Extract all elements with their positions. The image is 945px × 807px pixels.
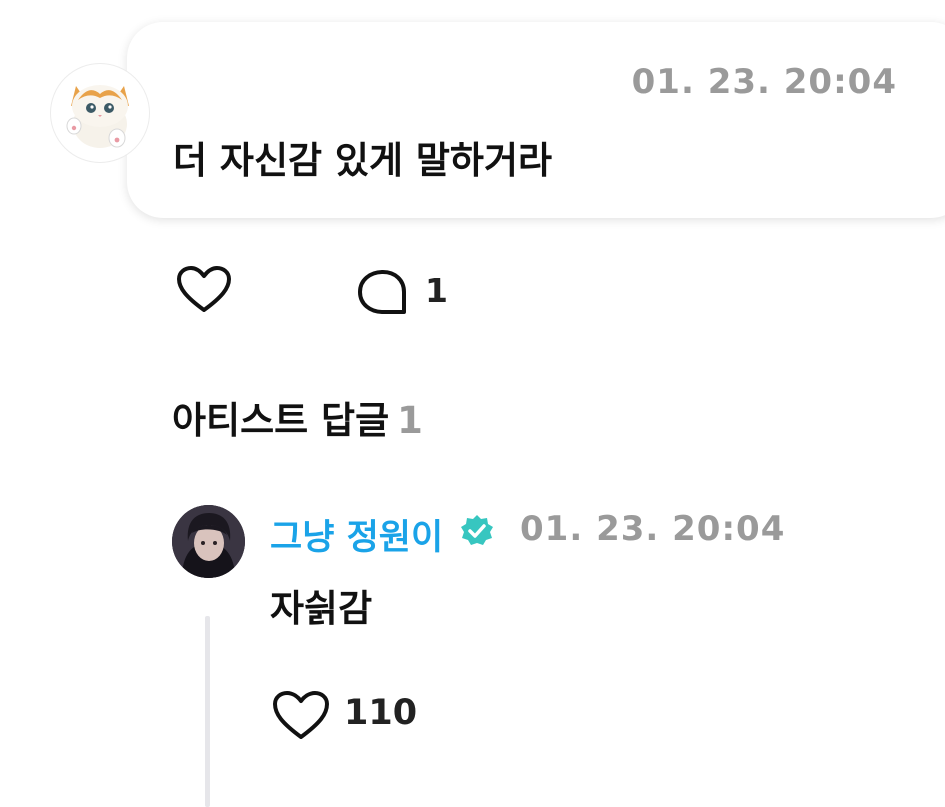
artist-avatar[interactable]: [172, 505, 245, 578]
artist-reply-text: 자싉감: [270, 587, 373, 630]
heart-outline-icon: [273, 691, 329, 739]
comment-card: 01. 23. 20:04 더 자신감 있게 말하거라: [127, 22, 945, 218]
speech-bubble-icon: [358, 270, 406, 314]
artist-reply-like-button[interactable]: [272, 690, 330, 742]
artist-replies-header: 아티스트 답글 1: [172, 390, 423, 444]
comment-like-button[interactable]: [176, 265, 232, 315]
verified-badge-icon: [461, 515, 493, 545]
thread-line: [205, 616, 210, 807]
artist-reply-timestamp: 01. 23. 20:04: [520, 509, 786, 549]
artist-avatar-image: [172, 505, 245, 578]
cat-avatar-image: [66, 85, 129, 148]
comment-text: 더 자신감 있게 말하거라: [173, 139, 553, 182]
artist-name[interactable]: 그냥 정원이: [270, 509, 443, 560]
artist-replies-title: 아티스트 답글: [172, 399, 390, 442]
reply-count: 1: [425, 271, 448, 310]
artist-replies-count: 1: [397, 399, 423, 442]
artist-reply-like-count: 110: [344, 693, 418, 733]
cat-avatar[interactable]: [50, 63, 150, 163]
comment-timestamp: 01. 23. 20:04: [631, 62, 897, 102]
heart-outline-icon: [177, 266, 231, 312]
comment-reply-button[interactable]: [356, 268, 412, 318]
